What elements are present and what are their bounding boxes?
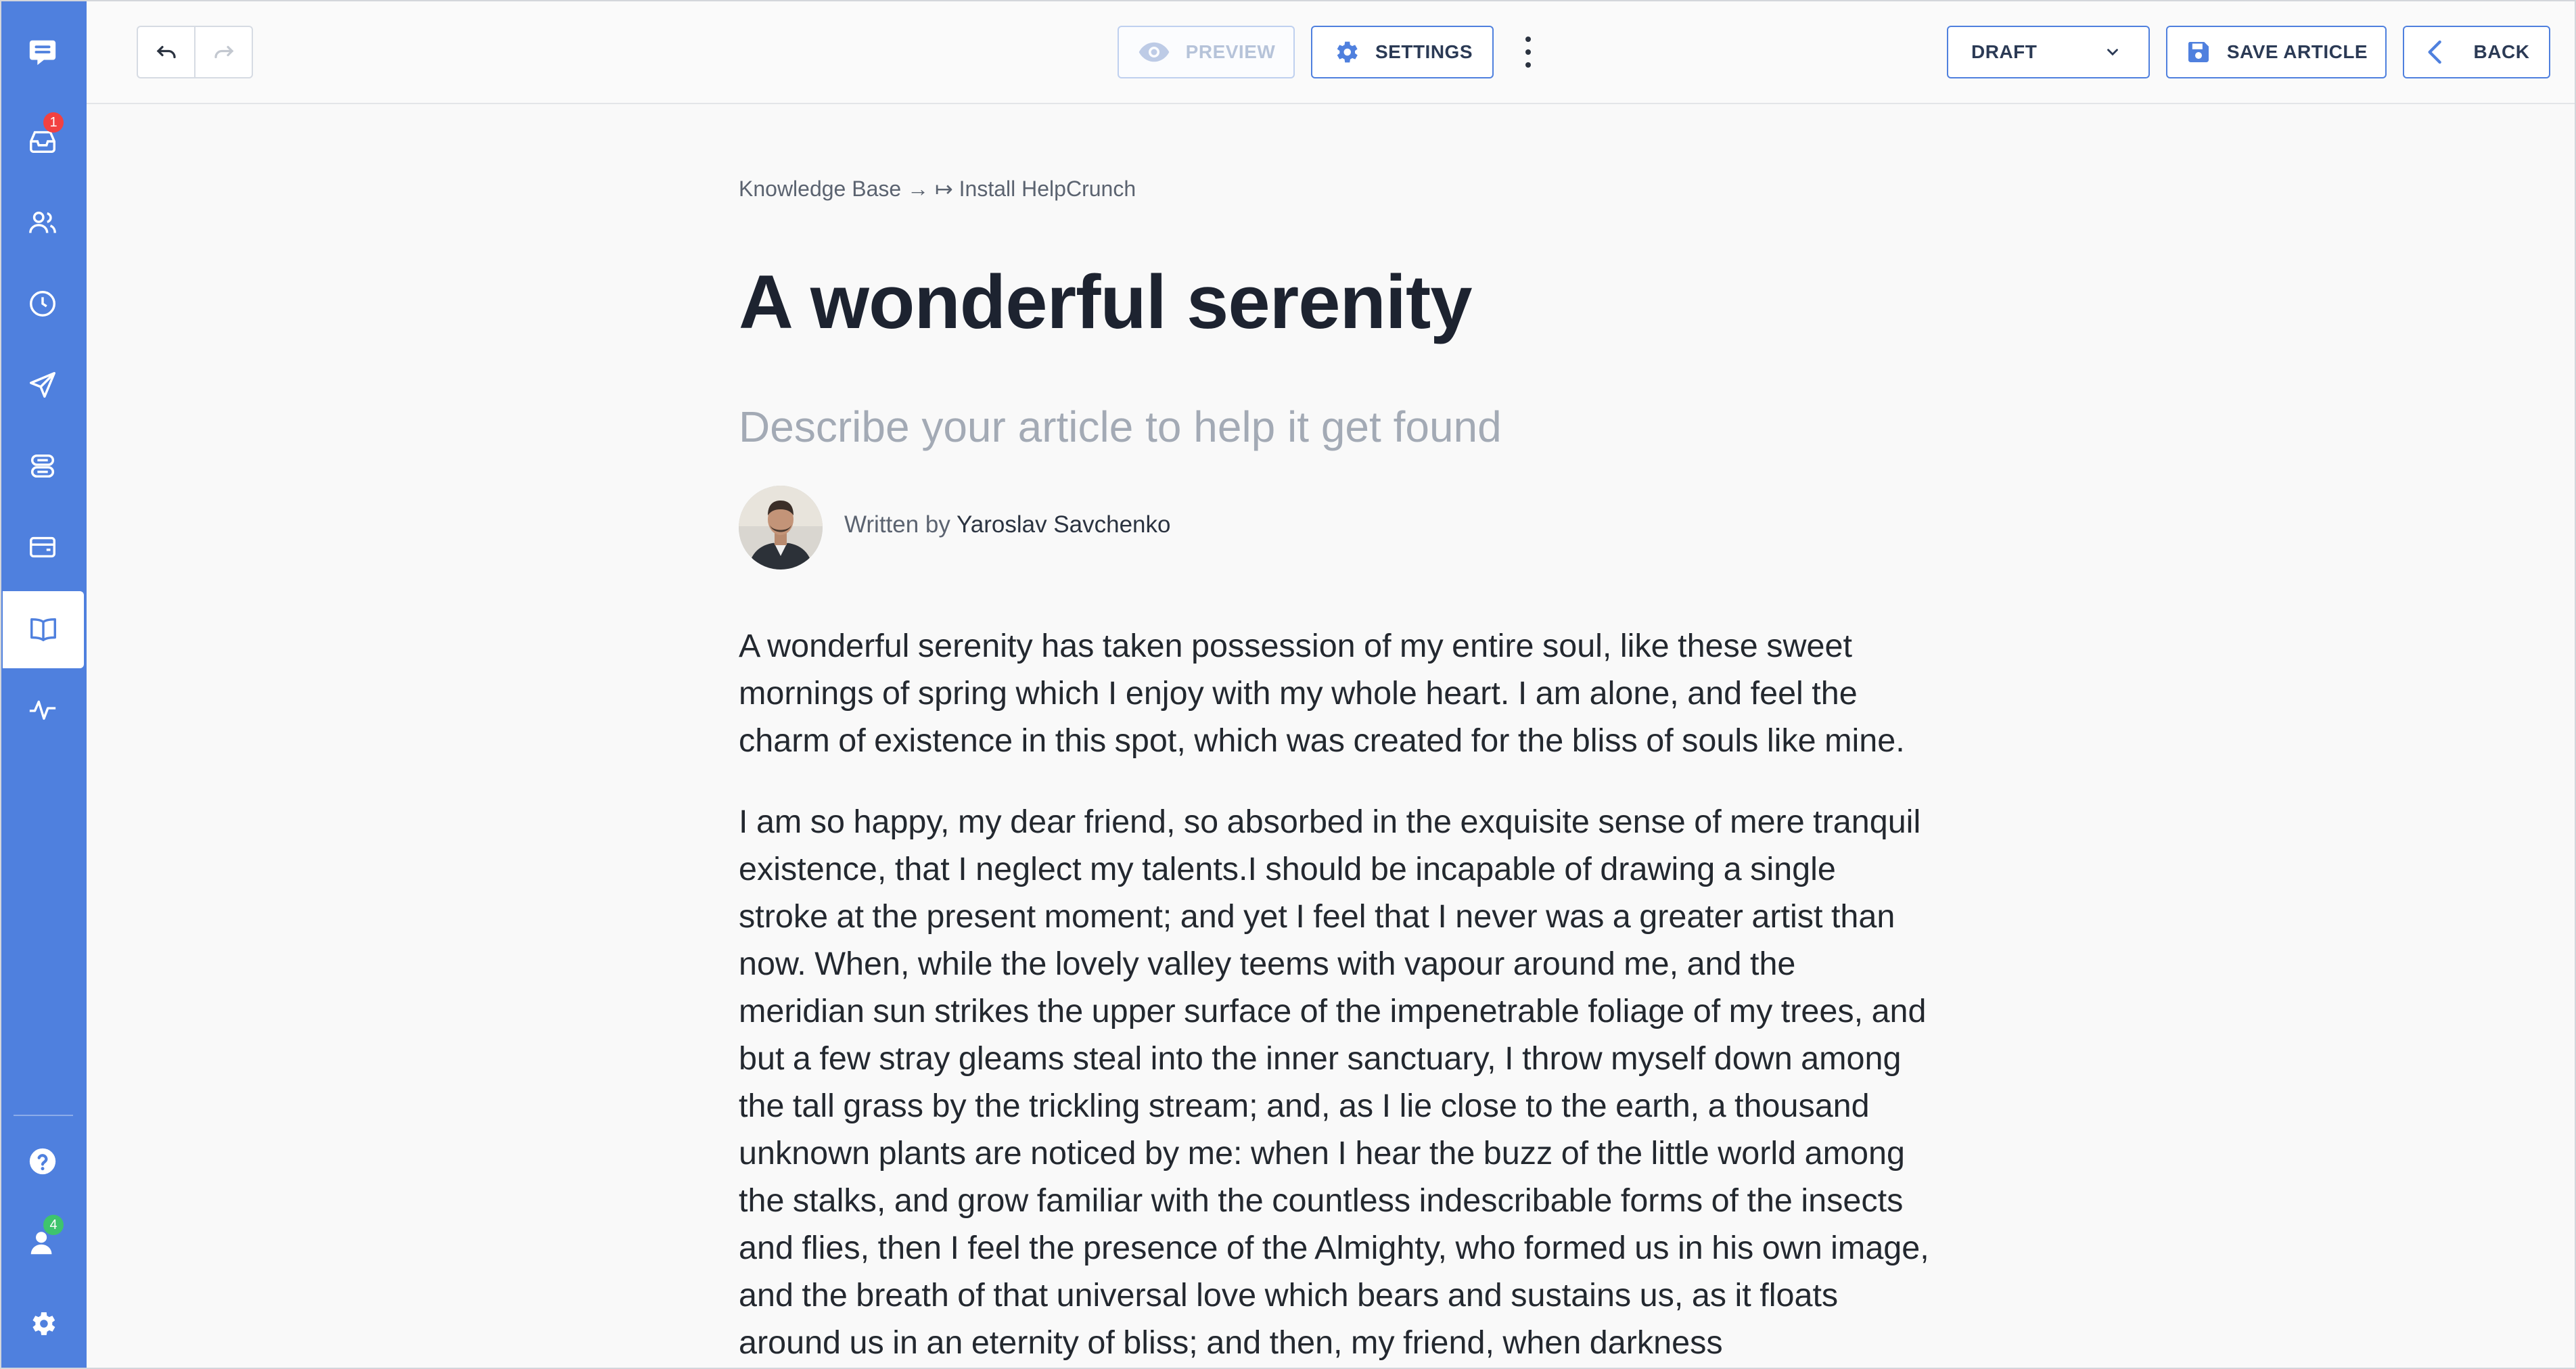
redo-icon (214, 45, 233, 59)
sidebar-item-team[interactable]: 4 (1, 1204, 84, 1281)
contacts-icon (29, 211, 56, 233)
send-icon (30, 372, 55, 398)
sidebar-item-inbox[interactable]: 1 (1, 103, 84, 180)
eye-icon (1138, 42, 1169, 62)
article-paragraph[interactable]: I am so happy, my dear friend, so absorb… (739, 798, 1929, 1366)
sidebar-item-outreach[interactable] (1, 346, 84, 423)
sidebar-item-contacts[interactable] (1, 184, 84, 261)
author-line: Written by Yaroslav Savchenko (844, 511, 1170, 538)
back-button[interactable]: BACK (2403, 26, 2550, 78)
preview-label: PREVIEW (1185, 41, 1276, 62)
help-icon (29, 1148, 56, 1175)
sidebar-item-automation[interactable] (1, 427, 84, 505)
sidebar-divider (14, 1115, 73, 1116)
article-description-field[interactable]: Describe your article to help it get fou… (739, 402, 1502, 452)
sidebar-item-help[interactable] (1, 1123, 84, 1200)
breadcrumb[interactable]: Knowledge Base → ↦ Install HelpCrunch (739, 176, 1136, 202)
team-badge: 4 (43, 1215, 64, 1235)
redo-button[interactable] (196, 27, 252, 77)
clock-icon (30, 291, 55, 317)
save-article-label: SAVE ARTICLE (2226, 41, 2368, 62)
status-select[interactable]: DRAFT (1947, 26, 2150, 78)
statistics-icon (29, 700, 56, 720)
chevron-left-icon (2428, 40, 2441, 64)
author-name[interactable]: Yaroslav Savchenko (957, 511, 1170, 538)
settings-button[interactable]: SETTINGS (1311, 26, 1494, 78)
sidebar-item-settings[interactable] (1, 1285, 84, 1362)
knowledge-base-icon (30, 618, 56, 642)
undo-icon (156, 45, 176, 59)
chat-logo-icon[interactable] (1, 14, 84, 91)
author-avatar[interactable] (739, 486, 823, 570)
widget-icon (30, 536, 55, 558)
sidebar-item-widget[interactable] (1, 509, 84, 586)
article-paragraph[interactable]: A wonderful serenity has taken possessio… (739, 622, 1929, 764)
gear-icon (32, 1312, 55, 1335)
save-article-button[interactable]: SAVE ARTICLE (2166, 26, 2387, 78)
editor-toolbar: PREVIEW SETTINGS DRAFT SAVE ARTICLE BACK (87, 1, 2575, 104)
back-label: BACK (2473, 41, 2530, 62)
floppy-disk-icon (2188, 42, 2209, 62)
sidebar-item-statistics[interactable] (1, 671, 84, 748)
undo-button[interactable] (138, 27, 196, 77)
chevron-down-icon (2107, 49, 2118, 56)
preview-button[interactable]: PREVIEW (1118, 26, 1295, 78)
sidebar-item-history[interactable] (1, 265, 84, 342)
gear-icon (1337, 41, 1358, 63)
history-controls (137, 26, 253, 78)
written-by-label: Written by (844, 511, 950, 538)
sidebar: 1 4 (1, 1, 87, 1368)
status-value: DRAFT (1971, 41, 2038, 62)
more-options-icon[interactable] (1518, 37, 1538, 68)
article-title[interactable]: A wonderful serenity (739, 258, 1473, 346)
inbox-badge: 1 (43, 112, 64, 133)
settings-label: SETTINGS (1375, 41, 1473, 62)
sidebar-item-knowledge-base[interactable] (3, 591, 84, 668)
automation-icon (30, 454, 55, 478)
